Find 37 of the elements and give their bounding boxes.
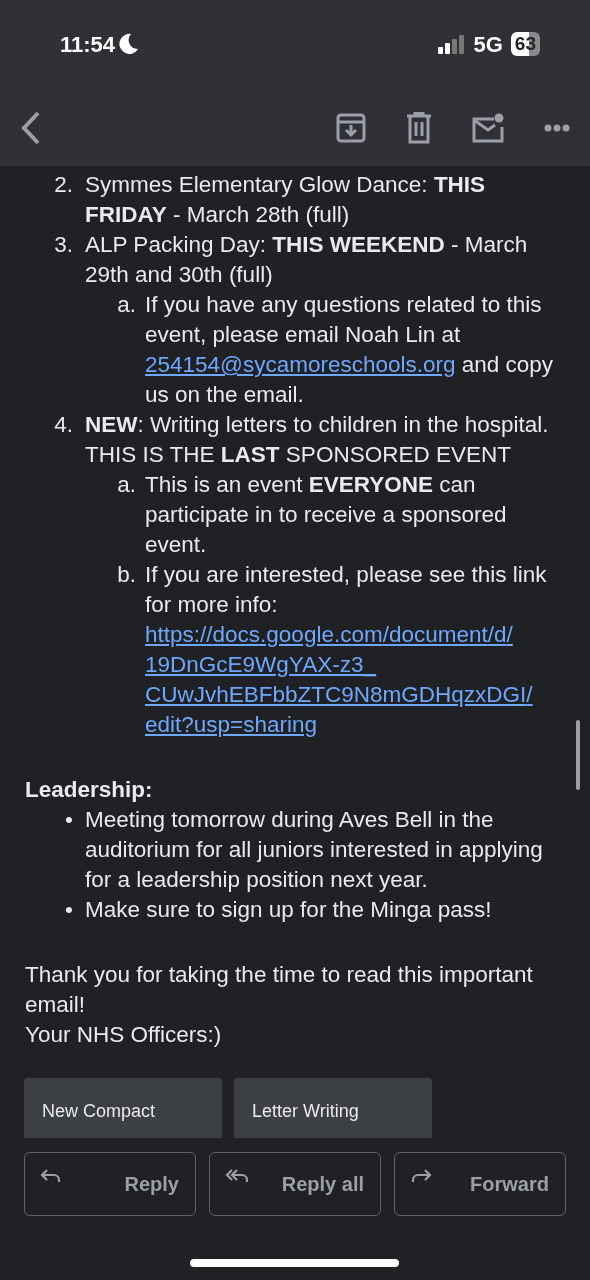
reply-all-button[interactable]: Reply all bbox=[209, 1152, 381, 1216]
related-card[interactable]: New Compact bbox=[24, 1078, 222, 1138]
forward-button[interactable]: Forward bbox=[394, 1152, 566, 1216]
section-heading: Leadership: bbox=[25, 777, 153, 802]
reply-button[interactable]: Reply bbox=[24, 1152, 196, 1216]
list-marker: a. bbox=[116, 471, 137, 499]
more-icon[interactable] bbox=[544, 124, 570, 132]
list-marker: • bbox=[64, 896, 74, 924]
link[interactable]: 254154@sycamoreschools.org bbox=[145, 352, 456, 377]
moon-icon bbox=[119, 33, 140, 55]
status-time: 11:54 bbox=[60, 30, 116, 59]
list-marker: 4. bbox=[53, 411, 74, 439]
link[interactable]: https://docs.google.com/document/d/19DnGcE9WgYAX-z3_CUwJvhEBFbbZTC9N8mGDHqzxDGI/edit?usp=sharing bbox=[145, 620, 560, 740]
signal-icon bbox=[437, 34, 466, 54]
related-card[interactable]: Letter Writing bbox=[234, 1078, 432, 1138]
list-item-text: Meeting tomorrow during Aves Bell in the auditorium for all juniors interested in applying for a leadership position next year. bbox=[85, 806, 544, 894]
list-marker: a. bbox=[116, 291, 137, 319]
scrollbar bbox=[576, 720, 580, 790]
list-item-text: This is an event EVERYONE can participate in to receive a sponsored event. bbox=[145, 471, 508, 559]
list-item-text: If you are interested, please see this link for more info: https://docs.google.com/document/d/19DnGcE9WgYAX-z3_CUwJvhEBFbbZTC9N8mGDHqzxDGI/edit?usp=sharing bbox=[145, 560, 560, 740]
network-label: 5G bbox=[473, 30, 503, 59]
list-marker: 2. bbox=[53, 171, 74, 199]
list-item-text: If you have any questions related to this event, please email Noah Lin at 254154@sycamoreschools.org and copy us on the email. bbox=[145, 291, 555, 409]
delete-icon[interactable] bbox=[406, 112, 432, 144]
reply-all-icon bbox=[224, 1167, 250, 1185]
mail-unread-icon[interactable] bbox=[472, 113, 504, 143]
list-item-text: Symmes Elementary Glow Dance: THIS FRIDAY - March 28th (full) bbox=[85, 171, 487, 229]
archive-icon[interactable] bbox=[336, 113, 366, 143]
list-marker: • bbox=[64, 806, 74, 834]
list-marker: 3. bbox=[53, 231, 74, 259]
list-item-text: ALP Packing Day: THIS WEEKEND - March 29th and 30th (full) bbox=[85, 231, 529, 289]
back-icon[interactable] bbox=[20, 110, 42, 146]
list-marker: b. bbox=[116, 561, 137, 589]
body-text: Thank you for taking the time to read this important email! bbox=[25, 962, 533, 1017]
list-item-text: Make sure to sign up for the Minga pass! bbox=[85, 896, 493, 924]
battery-indicator: 63 bbox=[510, 32, 540, 56]
body-text: Your NHS Officers:) bbox=[25, 1022, 222, 1047]
